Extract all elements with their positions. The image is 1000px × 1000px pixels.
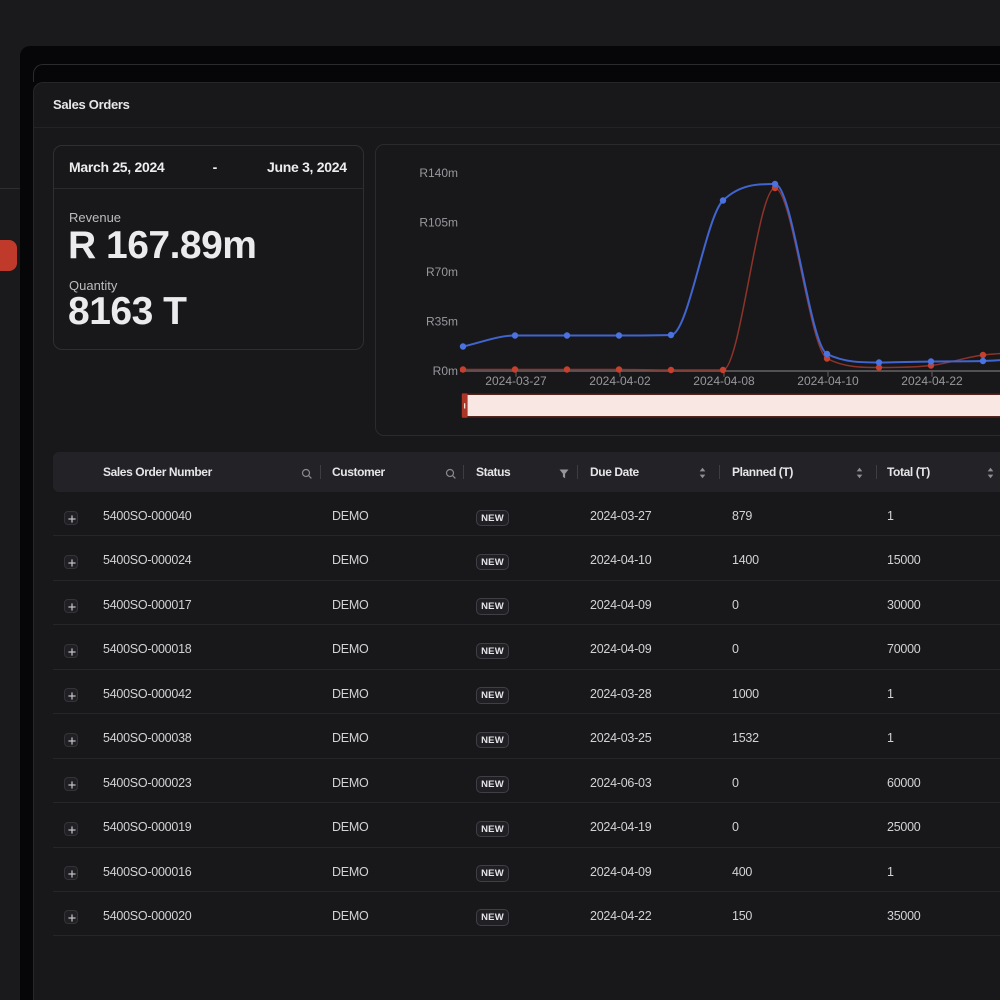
- svg-text:R140m: R140m: [419, 166, 458, 180]
- svg-text:R105m: R105m: [419, 216, 458, 230]
- svg-text:R70m: R70m: [426, 265, 458, 279]
- svg-text:R0m: R0m: [433, 364, 458, 378]
- svg-text:R35m: R35m: [426, 315, 458, 329]
